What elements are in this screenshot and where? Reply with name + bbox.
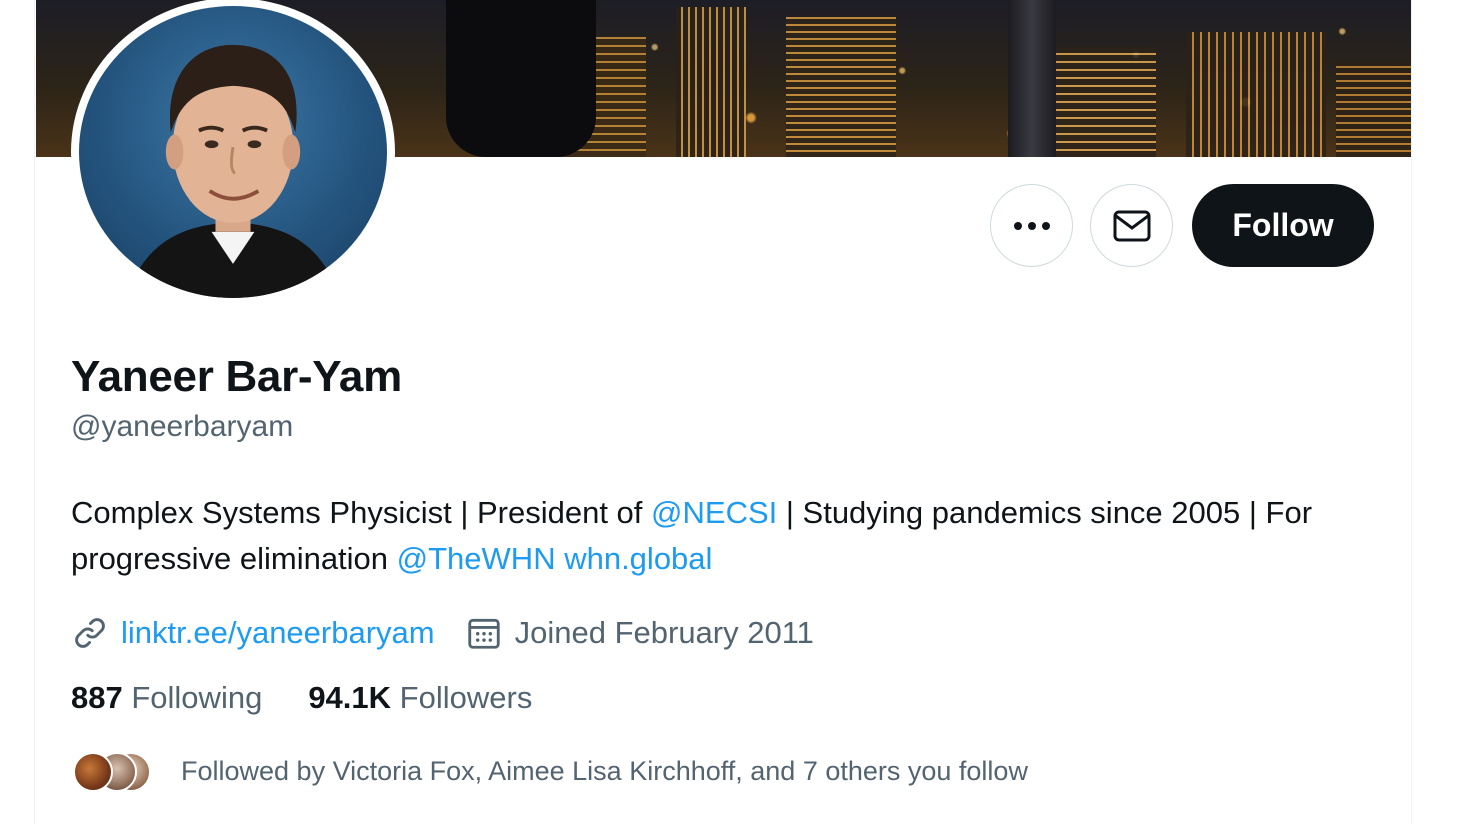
message-button[interactable] <box>1090 184 1173 267</box>
followers-label: Followers <box>399 680 533 715</box>
bio-space <box>556 541 565 576</box>
avatar-portrait-illustration <box>125 44 341 298</box>
banner-pole <box>1008 0 1056 157</box>
link-icon <box>75 618 105 648</box>
mention-thewhn-link[interactable]: @TheWHN <box>397 541 556 576</box>
more-options-button[interactable] <box>990 184 1073 267</box>
followed-by-text[interactable]: Followed by Victoria Fox, Aimee Lisa Kir… <box>181 756 1028 787</box>
followers-count: 94.1K <box>308 680 392 715</box>
banner-building <box>786 17 896 157</box>
envelope-icon <box>1113 210 1150 241</box>
followers-stat[interactable]: 94.1K Followers <box>308 680 532 716</box>
profile-meta-row: linktr.ee/yaneerbaryam Joined February 2… <box>71 610 844 656</box>
banner-building <box>1186 32 1326 157</box>
mention-necsi-link[interactable]: @NECSI <box>651 495 777 530</box>
calendar-icon <box>467 618 500 649</box>
avatar-photo <box>79 6 387 298</box>
follow-stats: 887 Following 94.1K Followers <box>71 680 578 716</box>
bio-text: Complex Systems Physicist | President of <box>71 495 652 530</box>
joined-date: Joined February 2011 <box>514 615 814 650</box>
profile-avatar[interactable] <box>71 0 395 306</box>
banner-building <box>1056 47 1156 157</box>
profile-bio: Complex Systems Physicist | President of… <box>71 490 1391 582</box>
follower-avatar <box>73 752 113 792</box>
website-item: linktr.ee/yaneerbaryam <box>71 614 435 652</box>
more-horizontal-icon <box>1013 221 1050 230</box>
following-count: 887 <box>71 680 123 715</box>
banner-figure-silhouette <box>446 0 596 157</box>
joined-item: Joined February 2011 <box>465 614 814 652</box>
following-label: Following <box>131 680 263 715</box>
display-name: Yaneer Bar-Yam <box>71 352 402 401</box>
followed-by-row[interactable]: Followed by Victoria Fox, Aimee Lisa Kir… <box>71 750 1028 792</box>
website-link[interactable]: linktr.ee/yaneerbaryam <box>121 615 435 651</box>
followed-by-avatars <box>71 750 181 792</box>
follow-button[interactable]: Follow <box>1192 184 1374 267</box>
banner-building <box>1336 62 1411 157</box>
following-stat[interactable]: 887 Following <box>71 680 262 716</box>
profile-handle: @yaneerbaryam <box>71 410 294 443</box>
banner-building <box>676 7 746 157</box>
bio-website-link[interactable]: whn.global <box>564 541 712 576</box>
